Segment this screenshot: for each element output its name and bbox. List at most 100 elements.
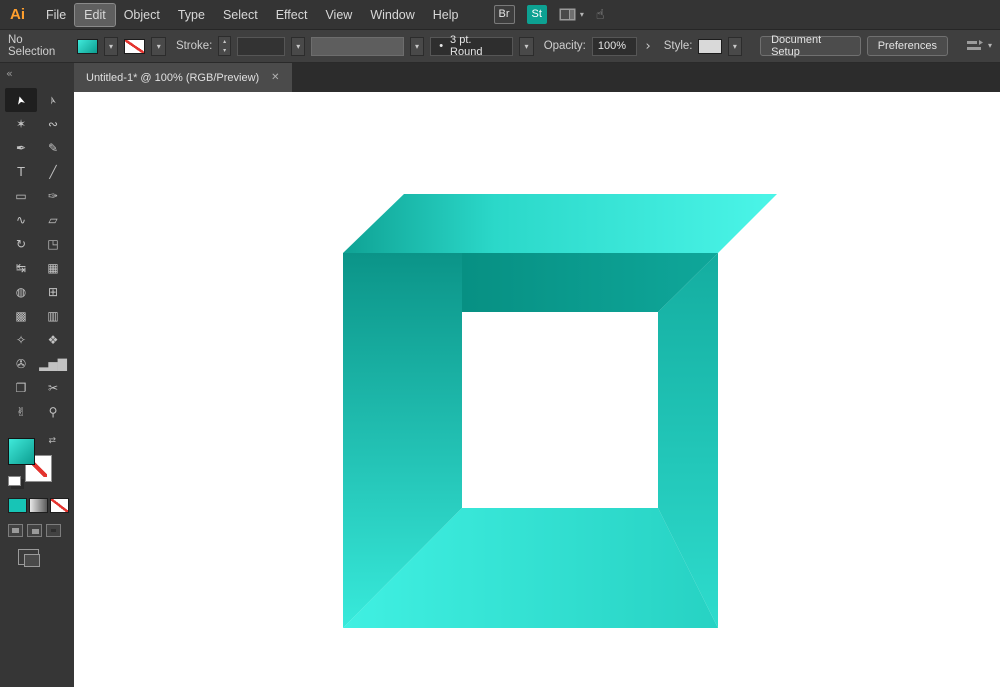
tool-free-transform[interactable]: ▦ <box>37 256 69 280</box>
opacity-label: Opacity: <box>544 40 586 52</box>
tool-slice[interactable]: ✂ <box>37 376 69 400</box>
tool-rotate[interactable]: ↻ <box>5 232 37 256</box>
menu-help[interactable]: Help <box>424 4 468 26</box>
gradient-tool-icon: ▥ <box>47 309 58 323</box>
tool-scale[interactable]: ◳ <box>37 232 69 256</box>
tool-eyedropper[interactable]: ✧ <box>5 328 37 352</box>
tab-close-icon[interactable]: ✕ <box>271 72 279 83</box>
panel-collapse-icon[interactable]: « <box>0 63 74 80</box>
menu-bar: Ai File Edit Object Type Select Effect V… <box>0 0 1000 30</box>
rotate-tool-icon: ↻ <box>16 237 26 251</box>
preferences-button[interactable]: Preferences <box>867 36 948 56</box>
draw-normal-icon[interactable] <box>8 524 23 537</box>
menu-window[interactable]: Window <box>361 4 423 26</box>
draw-behind-icon[interactable] <box>27 524 42 537</box>
width-tool-icon: ↹ <box>16 261 26 275</box>
fill-chevron-icon[interactable]: ▾ <box>104 37 118 56</box>
variable-width-chevron-icon[interactable]: ▾ <box>410 37 424 56</box>
tool-curvature[interactable]: ✎ <box>37 136 69 160</box>
artwork-square-frame[interactable] <box>74 92 1000 687</box>
stepper-up-icon[interactable]: ▴ <box>219 37 230 46</box>
menu-type[interactable]: Type <box>169 4 214 26</box>
fill-indicator[interactable] <box>8 438 35 465</box>
swap-fill-stroke-icon[interactable]: ⇄ <box>48 436 56 446</box>
style-label: Style: <box>664 40 693 52</box>
style-swatch[interactable] <box>698 39 721 54</box>
perspective-grid-tool-icon: ⊞ <box>48 285 58 299</box>
rectangle-tool-icon: ▭ <box>15 189 26 203</box>
tool-rectangle[interactable]: ▭ <box>5 184 37 208</box>
variable-width-combo[interactable] <box>311 37 403 56</box>
fill-color-swatch[interactable] <box>77 39 98 54</box>
tab-bar: Untitled-1* @ 100% (RGB/Preview) ✕ <box>74 63 1000 92</box>
align-icon <box>966 39 984 53</box>
tool-width[interactable]: ↹ <box>5 256 37 280</box>
menu-object[interactable]: Object <box>115 4 169 26</box>
eraser-tool-icon: ▱ <box>48 213 57 227</box>
style-chevron-icon[interactable]: ▾ <box>728 37 742 56</box>
stroke-label: Stroke: <box>176 40 212 52</box>
tool-gradient[interactable]: ▥ <box>37 304 69 328</box>
canvas[interactable] <box>74 92 1000 687</box>
menu-select[interactable]: Select <box>214 4 267 26</box>
tool-shaper[interactable]: ∿ <box>5 208 37 232</box>
menubar-right-icons: Br St ▾ ☝ <box>494 5 605 24</box>
stroke-weight-combo[interactable] <box>237 37 285 56</box>
stroke-color-swatch[interactable] <box>124 39 145 54</box>
zoom-tool-icon: ⚲ <box>49 405 58 419</box>
tool-zoom[interactable]: ⚲ <box>37 400 69 424</box>
tool-blend[interactable]: ❖ <box>37 328 69 352</box>
tool-hand[interactable]: ✌ <box>5 400 37 424</box>
column-graph-tool-icon: ▂▅▇ <box>39 357 67 371</box>
stroke-weight-stepper[interactable]: ▴ ▾ <box>218 36 231 56</box>
menu-file[interactable]: File <box>37 4 75 26</box>
slice-tool-icon: ✂ <box>48 381 58 395</box>
tool-pen[interactable]: ✒ <box>5 136 37 160</box>
opacity-panel-arrow-icon[interactable]: › <box>643 39 654 54</box>
menu-view[interactable]: View <box>316 4 361 26</box>
menu-edit[interactable]: Edit <box>75 4 115 26</box>
tool-paintbrush[interactable]: ✑ <box>37 184 69 208</box>
workspace-switcher[interactable]: ▾ <box>559 8 584 21</box>
default-fill-stroke-icon[interactable] <box>8 476 21 486</box>
align-control[interactable]: ▾ <box>966 39 992 53</box>
screen-mode-icon[interactable] <box>18 549 39 565</box>
touch-workspace-icon[interactable]: ☝ <box>596 7 605 23</box>
tool-magic-wand[interactable]: ✶ <box>5 112 37 136</box>
brush-definition-combo[interactable]: • 3 pt. Round <box>430 37 513 56</box>
chevron-down-icon: ▾ <box>580 11 584 19</box>
draw-inside-icon[interactable] <box>46 524 61 537</box>
tool-symbol-sprayer[interactable]: ✇ <box>5 352 37 376</box>
color-button[interactable] <box>8 498 27 513</box>
stroke-weight-chevron-icon[interactable]: ▾ <box>291 37 305 56</box>
tool-lasso[interactable]: ∾ <box>37 112 69 136</box>
tool-direct-selection[interactable]: ➢ <box>37 88 69 112</box>
fill-stroke-indicator: ⇄ <box>8 438 56 486</box>
document-tab[interactable]: Untitled-1* @ 100% (RGB/Preview) ✕ <box>74 63 292 92</box>
scale-tool-icon: ◳ <box>47 237 58 251</box>
draw-mode-buttons <box>8 524 74 537</box>
tool-perspective-grid[interactable]: ⊞ <box>37 280 69 304</box>
document-setup-button[interactable]: Document Setup <box>760 36 861 56</box>
brush-chevron-icon[interactable]: ▾ <box>519 37 533 56</box>
none-button[interactable] <box>50 498 69 513</box>
tool-mesh[interactable]: ▩ <box>5 304 37 328</box>
tool-column-graph[interactable]: ▂▅▇ <box>37 352 69 376</box>
menu-effect[interactable]: Effect <box>267 4 317 26</box>
pen-tool-icon: ✒ <box>16 141 26 155</box>
tool-selection[interactable]: ➤ <box>5 88 37 112</box>
lasso-tool-icon: ∾ <box>48 117 58 131</box>
tool-type[interactable]: T <box>5 160 37 184</box>
stock-button[interactable]: St <box>527 5 547 24</box>
tool-eraser[interactable]: ▱ <box>37 208 69 232</box>
tool-shape-builder[interactable]: ◍ <box>5 280 37 304</box>
stepper-down-icon[interactable]: ▾ <box>219 46 230 55</box>
opacity-input[interactable]: 100% <box>592 37 637 56</box>
tool-artboard[interactable]: ❐ <box>5 376 37 400</box>
bridge-button[interactable]: Br <box>494 5 515 24</box>
frame-top-face[interactable] <box>343 194 777 253</box>
gradient-button[interactable] <box>29 498 48 513</box>
direct-selection-tool-icon: ➢ <box>46 94 61 106</box>
stroke-chevron-icon[interactable]: ▾ <box>151 37 165 56</box>
tool-line-segment[interactable]: ╱ <box>37 160 69 184</box>
